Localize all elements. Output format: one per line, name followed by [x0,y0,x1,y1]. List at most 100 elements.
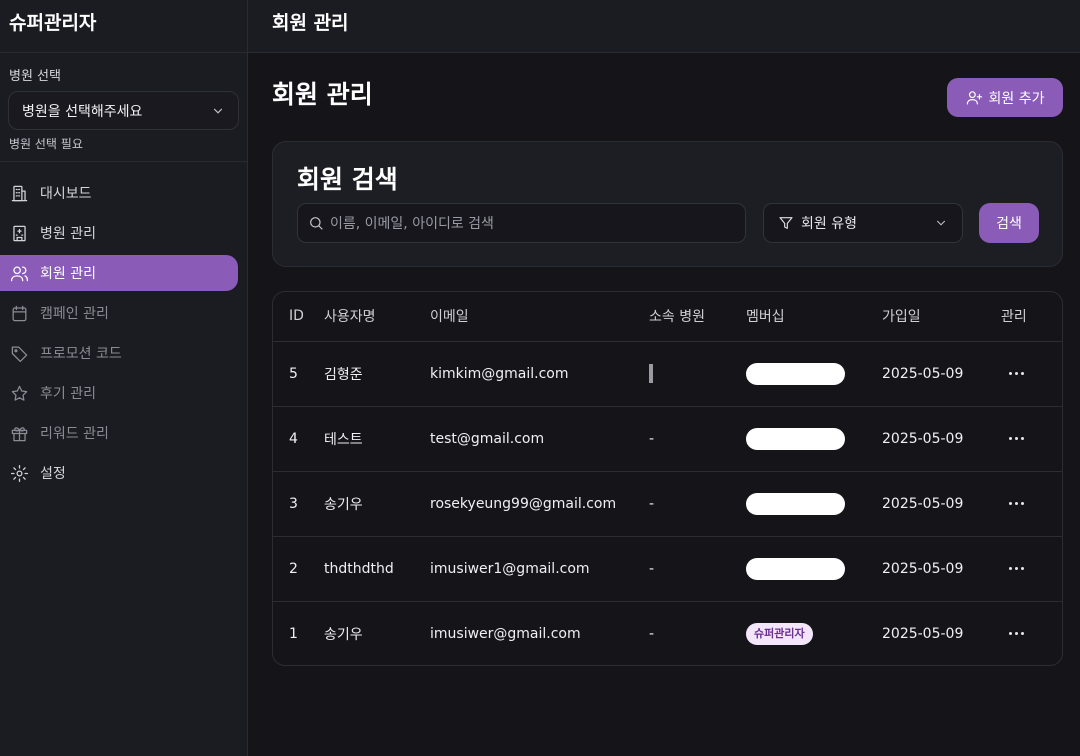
sidebar-item-label: 설정 [40,466,66,482]
cell-actions [1001,471,1062,537]
search-button[interactable]: 검색 [979,203,1039,243]
sidebar-item-rewards[interactable]: 리워드 관리 [0,415,238,451]
sidebar-item-settings[interactable]: 설정 [0,455,238,491]
cell-hospital: - [649,625,655,642]
hospital-select-value: 병원을 선택해주세요 [22,103,143,120]
table-header-row: ID 사용자명 이메일 소속 병원 멤버십 가입일 관리 [273,292,1062,342]
filter-icon [779,217,793,229]
column-header-id: ID [273,292,324,342]
cell-email: rosekyeung99@gmail.com [430,471,649,537]
sidebar-item-hospitals[interactable]: 병원 관리 [0,215,238,251]
hospital-selector-section: 병원 선택 병원을 선택해주세요 병원 선택 필요 [0,53,247,162]
member-type-value: 회원 유형 [801,216,857,232]
more-actions-icon[interactable] [1004,437,1028,440]
sidebar-item-label: 리워드 관리 [40,426,109,442]
cell-username: 테스트 [324,406,430,472]
hospital-placeholder-bar [649,364,653,383]
membership-badge: membership [746,427,846,450]
sidebar-item-label: 대시보드 [40,186,92,202]
cell-joined: 2025-05-09 [882,625,964,642]
column-header-joined: 가입일 [882,292,1001,342]
hospital-select[interactable]: 병원을 선택해주세요 [8,91,239,130]
cell-actions [1001,406,1062,472]
cell-hospital: - [649,536,746,602]
cell-username: thdthdthd [324,536,430,602]
user-plus-icon [966,91,982,105]
superadmin-badge: 슈퍼관리자 [746,622,813,645]
cell-actions [1001,536,1062,602]
gift-icon [9,423,29,443]
more-actions-icon[interactable] [1004,632,1028,636]
cell-actions [1001,601,1062,665]
cell-actions [1001,341,1062,407]
search-input[interactable]: 이름, 이메일, 아이디로 검색 [297,203,746,243]
sidebar-item-reviews[interactable]: 후기 관리 [0,375,238,411]
hospital-select-label: 병원 선택 [9,69,61,84]
table-row[interactable]: 4 테스트 test@gmail.com - membership 2025-0… [273,406,1062,472]
cell-id: 3 [273,471,324,537]
hospital-select-note: 병원 선택 필요 [9,137,83,151]
brand-title: 슈퍼관리자 [0,0,247,53]
table-row[interactable]: 1 송기우 imusiwer@gmail.com - 슈퍼관리자 2025-05… [273,601,1062,665]
calendar-icon [9,303,29,323]
more-actions-icon[interactable] [1004,567,1028,570]
more-actions-icon[interactable] [1004,502,1028,505]
membership-badge: membership [746,492,846,515]
chevron-down-icon [213,108,223,114]
column-header-username: 사용자명 [324,292,430,342]
cell-membership: membership [746,406,882,472]
more-actions-icon[interactable] [1004,372,1028,375]
column-header-email: 이메일 [430,292,649,342]
cell-hospital [649,341,746,407]
table-row[interactable]: 5 김형준 kimkim@gmail.com membership 2025-0… [273,341,1062,407]
building-icon [9,183,29,203]
cell-joined: 2025-05-09 [882,536,1001,602]
cell-email: kimkim@gmail.com [430,341,649,407]
cell-membership: membership [746,536,882,602]
column-header-actions: 관리 [1001,292,1062,342]
sidebar-item-label: 프로모션 코드 [40,346,122,362]
star-icon [9,383,29,403]
cell-username: 송기우 [324,471,430,537]
search-title: 회원 검색 [297,165,398,194]
cell-email: imusiwer1@gmail.com [430,536,649,602]
search-placeholder: 이름, 이메일, 아이디로 검색 [330,216,494,232]
cell-membership: membership [746,471,882,537]
cell-username: 김형준 [324,341,430,407]
table-row[interactable]: 3 송기우 rosekyeung99@gmail.com - membershi… [273,471,1062,537]
members-table-card: ID 사용자명 이메일 소속 병원 멤버십 가입일 관리 5 김형준 kimki… [272,291,1063,666]
cell-hospital: - [649,471,746,537]
cell-membership: 슈퍼관리자 [746,601,882,665]
sidebar-item-label: 캠페인 관리 [40,306,109,322]
cell-hospital: - [649,406,746,472]
sidebar: 슈퍼관리자 병원 선택 병원을 선택해주세요 병원 선택 필요 대시보드 병원 … [0,0,248,756]
cell-username: 송기우 [324,626,363,643]
column-header-hospital: 소속 병원 [649,292,746,342]
search-card: 회원 검색 이름, 이메일, 아이디로 검색 회원 유형 검색 [272,141,1063,267]
sidebar-item-members[interactable]: 회원 관리 [0,255,238,291]
sidebar-item-dashboard[interactable]: 대시보드 [0,175,238,211]
table-row[interactable]: 2 thdthdthd imusiwer1@gmail.com - member… [273,536,1062,602]
topbar-title: 회원 관리 [272,12,349,34]
add-member-label: 회원 추가 [988,90,1045,107]
member-type-select[interactable]: 회원 유형 [763,203,963,243]
gear-icon [9,463,29,483]
add-member-button[interactable]: 회원 추가 [947,78,1063,117]
sidebar-item-campaigns[interactable]: 캠페인 관리 [0,295,238,331]
membership-badge: membership [746,362,846,385]
column-header-membership: 멤버십 [746,292,882,342]
cell-email: test@gmail.com [430,406,649,472]
sidebar-item-label: 회원 관리 [40,266,96,282]
cell-id: 4 [273,406,324,472]
topbar: 회원 관리 [248,0,1080,53]
cell-joined: 2025-05-09 [882,471,1001,537]
users-icon [9,263,29,283]
cell-id: 5 [273,341,324,407]
members-table: ID 사용자명 이메일 소속 병원 멤버십 가입일 관리 5 김형준 kimki… [273,292,1062,665]
sidebar-item-promo-codes[interactable]: 프로모션 코드 [0,335,238,371]
cell-joined: 2025-05-09 [882,341,1001,407]
membership-badge: membership [746,557,846,580]
cell-id: 1 [289,625,298,642]
sidebar-item-label: 병원 관리 [40,226,96,242]
cell-id: 2 [273,536,324,602]
